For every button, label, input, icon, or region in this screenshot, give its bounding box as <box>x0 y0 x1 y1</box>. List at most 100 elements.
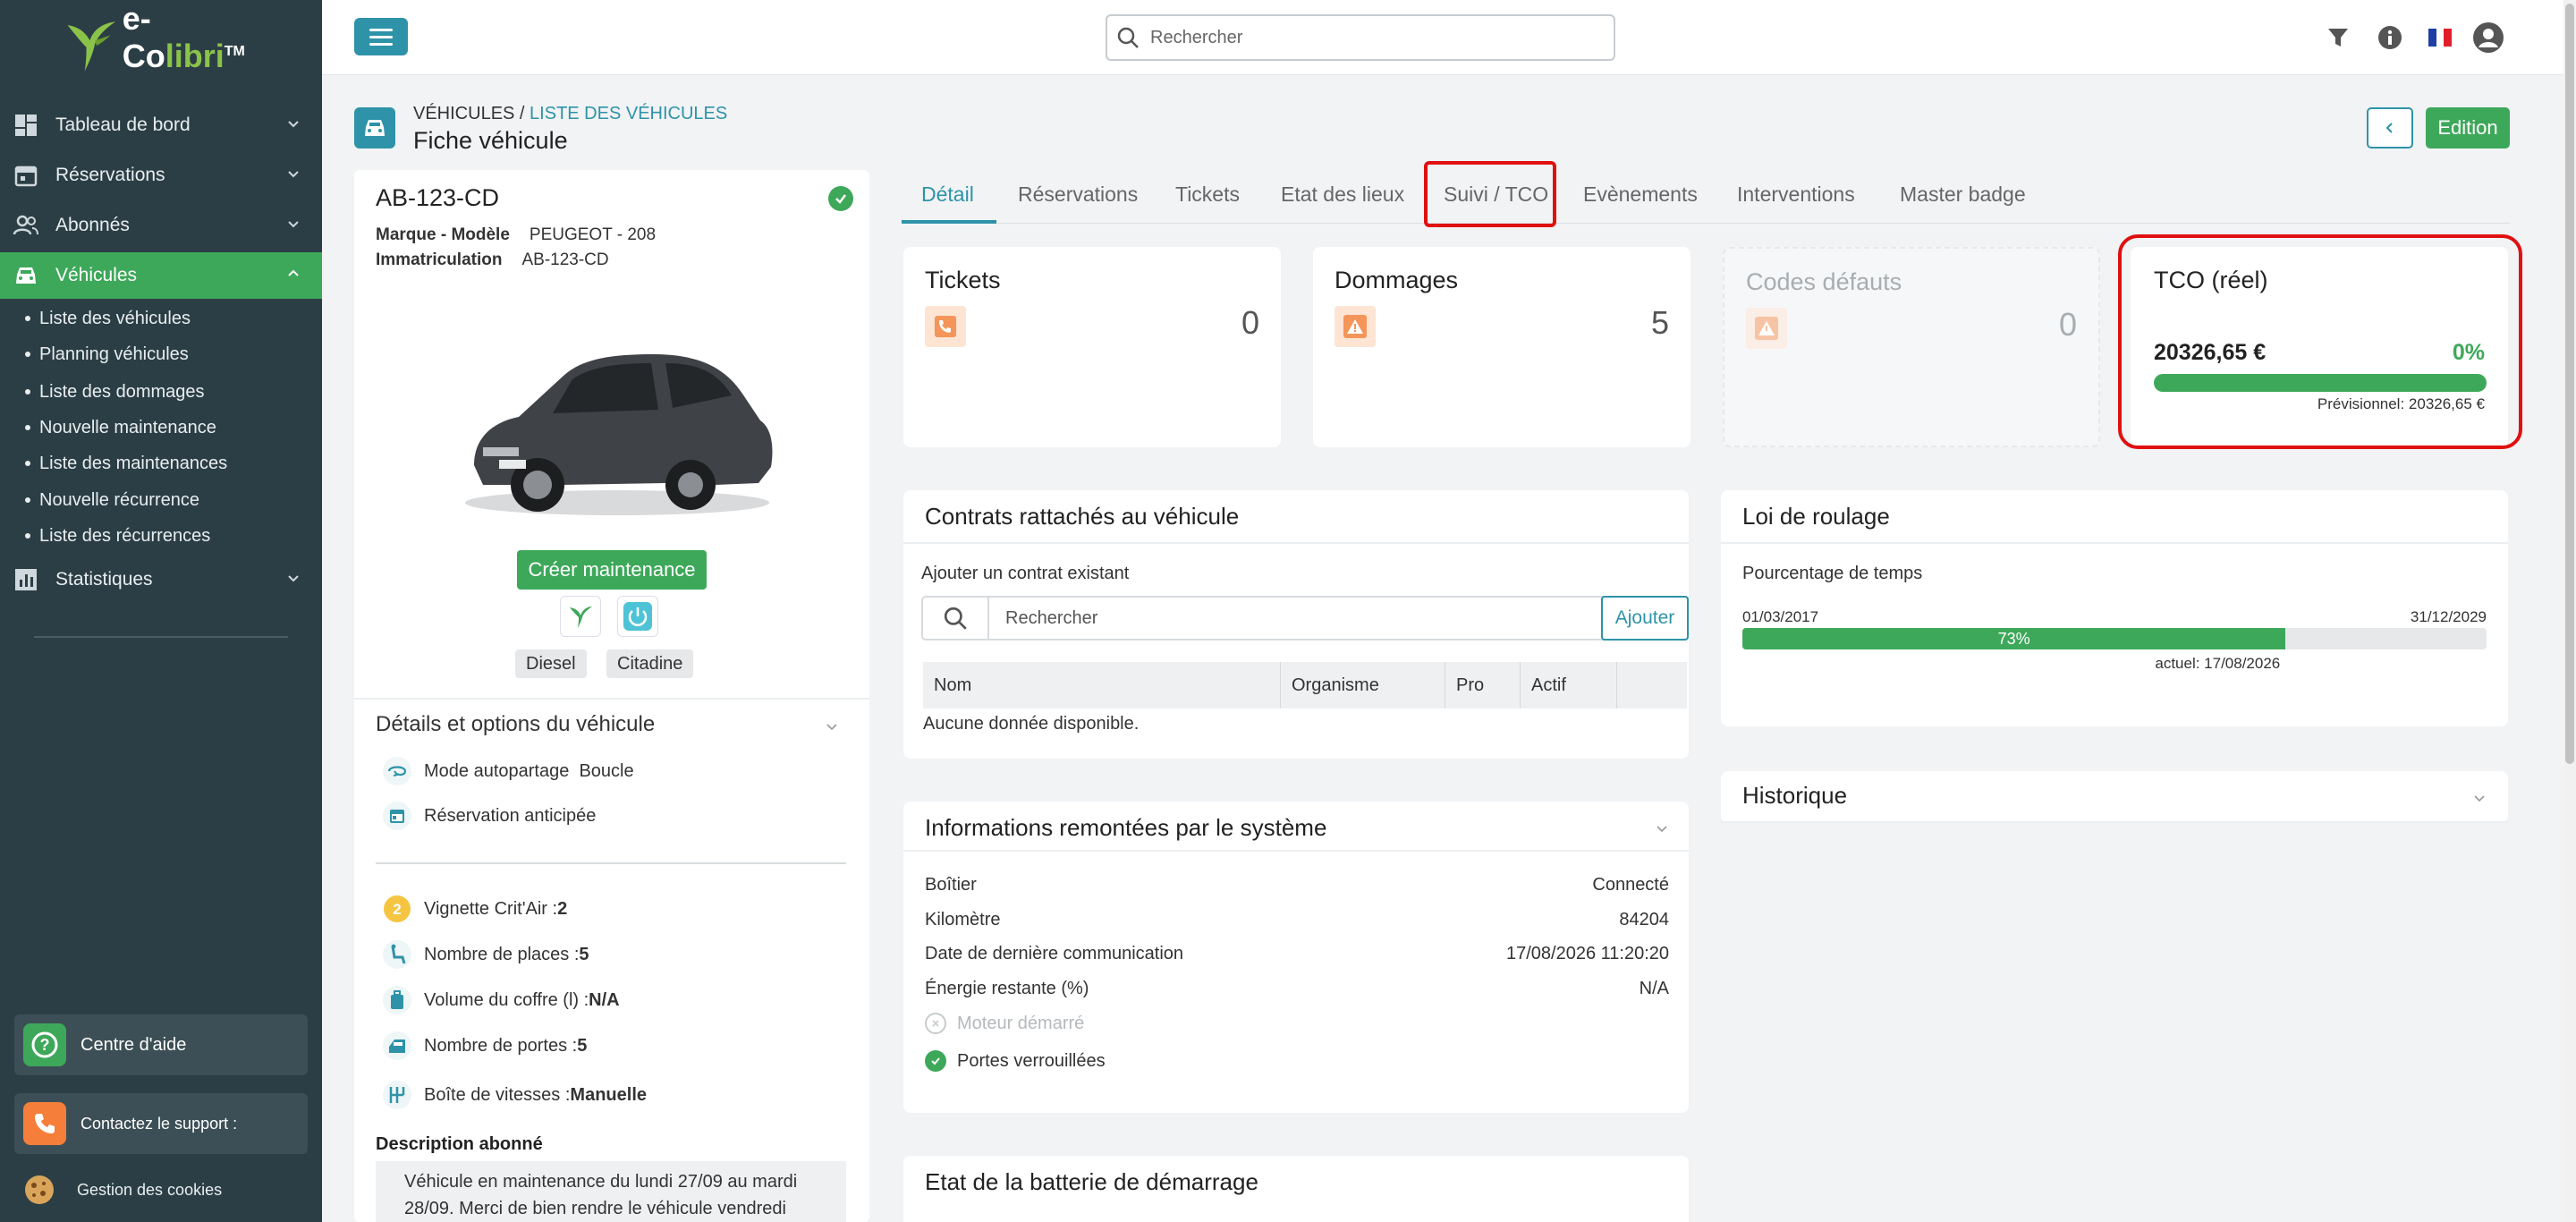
tab-reservations[interactable]: Réservations <box>1018 182 1138 207</box>
option-value: Boucle <box>579 760 634 781</box>
tab-events[interactable]: Evènements <box>1583 182 1698 207</box>
system-info-title[interactable]: Informations remontées par le système <box>925 814 1326 842</box>
sidebar-sub-damage-list[interactable]: Liste des dommages <box>25 376 205 408</box>
sidebar-sub-new-maintenance[interactable]: Nouvelle maintenance <box>25 412 216 444</box>
tab-tickets[interactable]: Tickets <box>1175 182 1240 207</box>
hummingbird-icon <box>67 21 116 72</box>
battery-title[interactable]: Etat de la batterie de démarrage <box>925 1168 1258 1196</box>
tag-category: Citadine <box>606 649 694 678</box>
sub-item-label: Nouvelle récurrence <box>39 489 199 510</box>
engine-label: Moteur démarré <box>957 1013 1085 1033</box>
phone-ticket-icon <box>925 306 966 347</box>
cookie-settings[interactable]: Gestion des cookies <box>21 1172 222 1208</box>
chevron-down-icon <box>288 171 299 178</box>
help-center-button[interactable]: ? Centre d'aide <box>14 1014 308 1075</box>
col-name[interactable]: Nom <box>923 662 1281 709</box>
tab-master-badge[interactable]: Master badge <box>1900 182 2026 207</box>
history-title[interactable]: Historique <box>1742 782 1847 810</box>
spec-gearbox: Boîte de vitesses : Manuelle <box>381 1079 647 1111</box>
details-section-title[interactable]: Détails et options du véhicule <box>376 712 655 737</box>
col-pro[interactable]: Pro <box>1445 662 1521 709</box>
breadcrumb-link[interactable]: LISTE DES VÉHICULES <box>530 104 727 123</box>
scrollbar-thumb[interactable] <box>2565 4 2574 764</box>
kpi-title: Tickets <box>925 267 1001 293</box>
sidebar-sub-vehicle-list[interactable]: Liste des véhicules <box>25 302 191 335</box>
tab-inspections[interactable]: Etat des lieux <box>1281 182 1404 207</box>
kpi-value: 0 <box>1241 304 1259 341</box>
info-icon[interactable] <box>2374 21 2406 54</box>
vehicle-tabs: Détail Réservations Tickets Etat des lie… <box>902 170 2510 224</box>
gearbox-icon <box>381 1079 413 1111</box>
sub-item-label: Nouvelle maintenance <box>39 417 216 437</box>
power-icon[interactable] <box>617 596 658 637</box>
brand-name: e-ColibriTM <box>123 0 267 75</box>
sidebar-item-dashboard[interactable]: Tableau de bord <box>0 102 322 149</box>
brand-logo[interactable]: e-ColibriTM <box>61 0 267 77</box>
sidebar-sub-new-recurrence[interactable]: Nouvelle récurrence <box>25 484 199 516</box>
tab-detail[interactable]: Détail <box>921 182 974 207</box>
kpi-tickets[interactable]: Tickets 0 <box>903 247 1281 447</box>
back-button[interactable] <box>2367 107 2413 149</box>
kpi-fault-codes[interactable]: Codes défauts 0 <box>1723 247 2100 447</box>
panel-divider <box>1721 821 2508 823</box>
sidebar-sub-vehicle-planning[interactable]: Planning véhicules <box>25 338 189 370</box>
menu-toggle-button[interactable] <box>354 18 408 55</box>
info-row-box: Boîtier Connecté <box>925 875 1669 895</box>
panel-divider <box>903 542 1689 544</box>
edit-button[interactable]: Edition <box>2426 107 2510 149</box>
contracts-table-header: Nom Organisme Pro Actif <box>923 662 1687 709</box>
user-avatar-icon[interactable] <box>2472 21 2504 54</box>
info-value: 17/08/2026 11:20:20 <box>1505 944 1669 963</box>
col-organism[interactable]: Organisme <box>1281 662 1445 709</box>
create-maintenance-button[interactable]: Créer maintenance <box>517 550 707 590</box>
info-value: Connecté <box>1592 875 1669 895</box>
chevron-down-icon <box>288 121 299 128</box>
contracts-empty-message: Aucune donnée disponible. <box>923 714 1140 734</box>
sidebar-item-reservations[interactable]: Réservations <box>0 152 322 199</box>
loi-progress-track: 73% <box>1742 628 2487 649</box>
help-label: Centre d'aide <box>80 1034 187 1055</box>
spec-value: Manuelle <box>570 1084 647 1105</box>
sidebar-sub-maintenance-list[interactable]: Liste des maintenances <box>25 447 227 479</box>
svg-text:?: ? <box>40 1036 50 1054</box>
breadcrumb: VÉHICULES / LISTE DES VÉHICULES <box>413 104 727 124</box>
car-icon <box>13 262 39 289</box>
chevron-down-icon[interactable] <box>823 717 841 735</box>
warning-icon <box>1335 306 1376 347</box>
spec-label: Nombre de portes : <box>424 1035 578 1056</box>
filter-icon[interactable] <box>2322 21 2354 54</box>
contact-support-button[interactable]: Contactez le support : <box>14 1093 308 1154</box>
registration-value: AB-123-CD <box>521 250 609 269</box>
spec-label: Volume du coffre (l) : <box>424 989 589 1010</box>
chevron-down-icon[interactable] <box>2470 789 2488 807</box>
chart-icon <box>13 566 39 593</box>
ecolibri-icon[interactable] <box>560 596 601 637</box>
info-label: Kilomètre <box>925 910 1001 929</box>
loi-label: Pourcentage de temps <box>1742 564 1923 583</box>
sidebar-item-statistics[interactable]: Statistiques <box>0 556 322 603</box>
sidebar-divider <box>34 636 288 638</box>
tab-interventions[interactable]: Interventions <box>1737 182 1855 207</box>
global-search-input[interactable]: Rechercher <box>1106 14 1615 61</box>
chevron-down-icon[interactable] <box>1653 819 1671 837</box>
description-title: Description abonné <box>376 1134 543 1154</box>
col-active[interactable]: Actif <box>1521 662 1617 709</box>
kpi-damages[interactable]: Dommages 5 <box>1313 247 1690 447</box>
engine-status: Moteur démarré <box>925 1013 1084 1034</box>
sidebar-item-vehicles[interactable]: Véhicules <box>0 252 322 299</box>
check-circle-icon <box>925 1050 946 1072</box>
history-panel: Historique <box>1721 771 2508 823</box>
battery-panel: Etat de la batterie de démarrage <box>903 1156 1689 1222</box>
sidebar-sub-recurrence-list[interactable]: Liste des récurrences <box>25 520 210 552</box>
kpi-title: Codes défauts <box>1746 268 1902 295</box>
sidebar-item-subscribers[interactable]: Abonnés <box>0 202 322 249</box>
chevron-up-icon <box>288 269 299 276</box>
page-scrollbar[interactable] <box>2563 0 2576 1222</box>
option-label: Réservation anticipée <box>424 805 597 826</box>
kpi-value: 5 <box>1650 304 1669 341</box>
flag-fr-icon[interactable] <box>2424 21 2456 54</box>
contract-search-input[interactable]: Rechercher <box>989 598 1601 639</box>
add-contract-button[interactable]: Ajouter <box>1601 596 1689 641</box>
dashboard-icon <box>13 112 39 139</box>
spec-label: Vignette Crit'Air : <box>424 898 558 919</box>
